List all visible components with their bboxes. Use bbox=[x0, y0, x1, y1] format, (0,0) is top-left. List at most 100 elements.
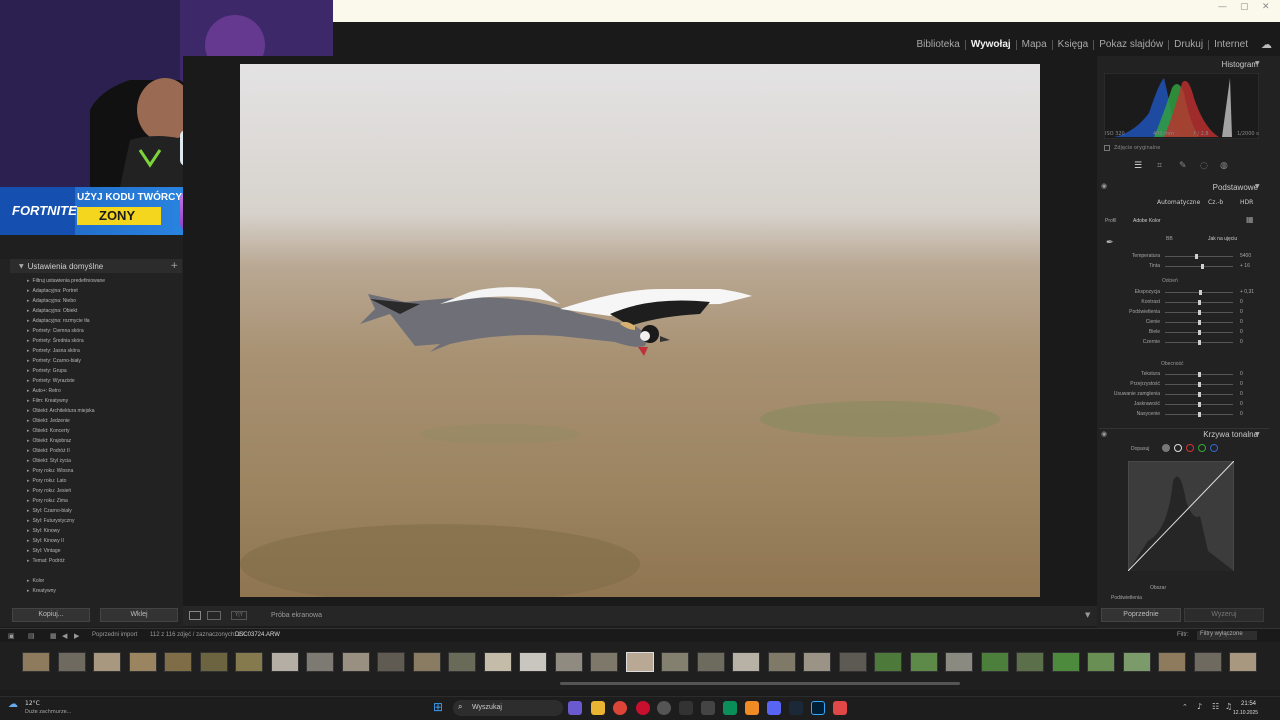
slider-track[interactable] bbox=[1165, 290, 1233, 295]
presets-header[interactable]: ▼ Ustawienia domyślne + bbox=[10, 259, 182, 273]
preset-item[interactable]: ▸ Styl: Czarno-biały bbox=[27, 508, 72, 514]
point-curve-icon[interactable] bbox=[1174, 444, 1182, 452]
preset-item[interactable]: ▸ Pory roku: Zima bbox=[27, 498, 68, 504]
discord-icon[interactable] bbox=[767, 701, 781, 715]
copilot-icon[interactable] bbox=[568, 701, 582, 715]
preset-item[interactable]: ▸ Portrety: Czarno-biały bbox=[27, 358, 81, 364]
panel-icon-2[interactable]: ▤ bbox=[28, 632, 35, 640]
cloud-icon[interactable]: ☁ bbox=[1253, 38, 1272, 51]
slider-track[interactable] bbox=[1165, 340, 1233, 345]
preset-item[interactable]: ▸ Adaptacyjna: Portret bbox=[27, 288, 78, 294]
filmstrip-thumbnail[interactable] bbox=[590, 652, 618, 672]
slider-knob[interactable] bbox=[1198, 402, 1201, 407]
browser-icon[interactable] bbox=[657, 701, 671, 715]
filmstrip-thumbnail[interactable] bbox=[554, 652, 583, 672]
filmstrip-thumbnail[interactable] bbox=[306, 652, 334, 672]
slider-value[interactable]: + 16 bbox=[1240, 263, 1250, 269]
minimize-button[interactable]: — bbox=[1218, 2, 1227, 12]
preset-item[interactable]: ▸ Adaptacyjna: Obiekt bbox=[27, 308, 77, 314]
slider-knob[interactable] bbox=[1198, 412, 1201, 417]
crop-icon[interactable]: ⌗ bbox=[1157, 161, 1162, 171]
filmstrip-thumbnail[interactable] bbox=[803, 652, 831, 672]
preset-item[interactable]: ▸ Obiekt: Styl życia bbox=[27, 458, 71, 464]
start-icon[interactable]: ⊞ bbox=[433, 700, 443, 714]
original-checkbox[interactable] bbox=[1104, 145, 1110, 151]
preset-item[interactable]: ▸ Kolor bbox=[27, 578, 44, 584]
preset-item[interactable]: ▸ Kreatywny bbox=[27, 588, 56, 594]
slider-track[interactable] bbox=[1165, 320, 1233, 325]
eyedropper-icon[interactable]: ✒ bbox=[1106, 238, 1114, 248]
slider-track[interactable] bbox=[1165, 264, 1233, 269]
slider-knob[interactable] bbox=[1201, 264, 1205, 269]
volume-icon[interactable]: ♫ bbox=[1225, 702, 1232, 711]
opera-icon[interactable] bbox=[636, 701, 650, 715]
slider-knob[interactable] bbox=[1198, 310, 1201, 315]
forward-arrow-icon[interactable]: ▶ bbox=[74, 632, 79, 640]
tone-curve-graph[interactable] bbox=[1128, 461, 1234, 571]
preset-item[interactable]: ▸ Adaptacyjna: Niebo bbox=[27, 298, 76, 304]
slider-knob[interactable] bbox=[1198, 320, 1201, 325]
preset-item[interactable]: ▸ Portrety: Wyraziste bbox=[27, 378, 75, 384]
preset-item[interactable]: ▸ Obiekt: Podróż II bbox=[27, 448, 70, 454]
slider-knob[interactable] bbox=[1198, 300, 1201, 305]
filmstrip-thumbnail[interactable] bbox=[412, 652, 441, 672]
histogram-title[interactable]: Histogram bbox=[1222, 60, 1258, 69]
preset-item[interactable]: ▸ Pory roku: Wiosna bbox=[27, 468, 73, 474]
maximize-button[interactable]: ▢ bbox=[1240, 2, 1249, 12]
slider-track[interactable] bbox=[1165, 310, 1233, 315]
mic-icon[interactable]: ♪ bbox=[1197, 702, 1202, 711]
filmstrip-thumbnail[interactable] bbox=[1229, 652, 1257, 672]
filmstrip-thumbnail[interactable] bbox=[874, 652, 902, 672]
module-web[interactable]: Internet bbox=[1209, 39, 1253, 50]
filmstrip-thumbnail[interactable] bbox=[270, 652, 299, 672]
slider-knob[interactable] bbox=[1198, 392, 1201, 397]
hdr-button[interactable]: HDR bbox=[1240, 199, 1253, 206]
slider-value[interactable]: 0 bbox=[1240, 401, 1243, 407]
slider-knob[interactable] bbox=[1198, 382, 1201, 387]
filmstrip-thumbnail[interactable] bbox=[448, 652, 476, 672]
module-library[interactable]: Biblioteka bbox=[911, 39, 966, 50]
tone-curve-title[interactable]: Krzywa tonalna bbox=[1203, 430, 1258, 439]
filmstrip-thumbnail[interactable] bbox=[377, 652, 405, 672]
vpn-icon[interactable] bbox=[723, 701, 737, 715]
notepad-icon[interactable] bbox=[701, 701, 715, 715]
main-photo[interactable] bbox=[240, 64, 1040, 597]
red-curve-icon[interactable] bbox=[1186, 444, 1194, 452]
slider-knob[interactable] bbox=[1198, 330, 1201, 335]
preset-item[interactable]: ▸ Portrety: Średnia skóra bbox=[27, 338, 84, 344]
slider-value[interactable]: 0 bbox=[1240, 411, 1243, 417]
slider-value[interactable]: 0 bbox=[1240, 299, 1243, 305]
bw-button[interactable]: Cz.-b bbox=[1208, 199, 1223, 206]
steam-icon[interactable] bbox=[789, 701, 803, 715]
filmstrip-thumbnail[interactable] bbox=[1087, 652, 1115, 672]
filmstrip-thumbnail[interactable] bbox=[909, 652, 938, 672]
slider-value[interactable]: 0 bbox=[1240, 319, 1243, 325]
heal-icon[interactable]: ✎ bbox=[1179, 161, 1187, 171]
visibility-eye-icon[interactable]: ◉ bbox=[1101, 182, 1107, 190]
search-box[interactable] bbox=[453, 700, 563, 716]
slider-track[interactable] bbox=[1165, 330, 1233, 335]
paste-button[interactable]: Wklej bbox=[100, 608, 178, 622]
slider-value[interactable]: 0 bbox=[1240, 371, 1243, 377]
clock-time[interactable]: 21:54 bbox=[1241, 701, 1256, 707]
module-print[interactable]: Drukuj bbox=[1169, 39, 1210, 50]
filmstrip-thumbnail[interactable] bbox=[945, 652, 973, 672]
filmstrip-thumbnail[interactable] bbox=[980, 652, 1009, 672]
curve-eye-icon[interactable]: ◉ bbox=[1101, 430, 1107, 438]
slider-value[interactable]: + 0,31 bbox=[1240, 289, 1254, 295]
preset-item[interactable]: ▸ Obiekt: Jedzenie bbox=[27, 418, 70, 424]
filmstrip-thumbnail[interactable] bbox=[1122, 652, 1151, 672]
masking-icon[interactable]: ◍ bbox=[1220, 161, 1228, 171]
filmstrip-thumbnail[interactable] bbox=[164, 652, 192, 672]
slider-knob[interactable] bbox=[1198, 372, 1201, 377]
preset-item[interactable]: ▸ Obiekt: Architektura miejska bbox=[27, 408, 94, 414]
preset-item[interactable]: ▸ Pory roku: Jesień bbox=[27, 488, 71, 494]
module-map[interactable]: Mapa bbox=[1017, 39, 1053, 50]
curve-collapse-icon[interactable]: ▼ bbox=[1255, 431, 1260, 438]
weather-icon[interactable]: ☁ bbox=[8, 699, 18, 710]
filmstrip-thumbnail[interactable] bbox=[696, 652, 725, 672]
filmstrip-thumbnail[interactable] bbox=[128, 652, 157, 672]
network-icon[interactable]: ☷ bbox=[1212, 702, 1219, 711]
redeye-icon[interactable]: ◌ bbox=[1200, 161, 1208, 171]
preset-item[interactable]: ▸ Styl: Kinowy bbox=[27, 528, 60, 534]
